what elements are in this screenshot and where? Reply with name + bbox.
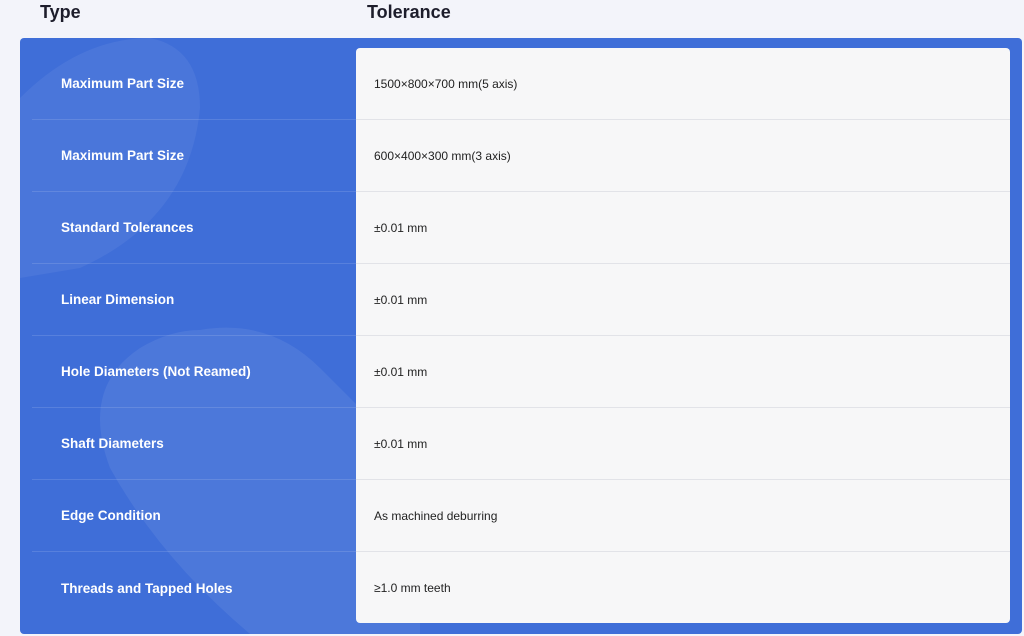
tolerance-cell: ±0.01 mm: [356, 264, 1010, 336]
tolerance-cell: As machined deburring: [356, 480, 1010, 552]
tolerance-cell: ≥1.0 mm teeth: [374, 581, 451, 595]
type-cell: Maximum Part Size: [32, 48, 356, 120]
type-cell: Hole Diameters (Not Reamed): [32, 336, 356, 408]
tolerance-column: 1500×800×700 mm(5 axis) 600×400×300 mm(3…: [356, 48, 1010, 623]
tolerance-cell: 600×400×300 mm(3 axis): [356, 120, 1010, 192]
spec-table-panel: Maximum Part Size Maximum Part Size Stan…: [20, 38, 1022, 634]
type-column: Maximum Part Size Maximum Part Size Stan…: [32, 48, 356, 624]
tolerance-cell: ±0.01 mm: [356, 336, 1010, 408]
type-cell: Linear Dimension: [32, 264, 356, 336]
type-cell: Edge Condition: [32, 480, 356, 552]
type-cell: Maximum Part Size: [32, 120, 356, 192]
column-header-tolerance: Tolerance: [367, 2, 451, 22]
type-cell: Threads and Tapped Holes: [61, 580, 233, 596]
column-header-type: Type: [40, 2, 81, 22]
type-cell: Standard Tolerances: [32, 192, 356, 264]
type-cell: Shaft Diameters: [32, 408, 356, 480]
tolerance-cell: ±0.01 mm: [356, 192, 1010, 264]
table-header: Type Tolerance: [0, 0, 1024, 38]
tolerance-cell: ±0.01 mm: [356, 408, 1010, 480]
tolerance-cell: 1500×800×700 mm(5 axis): [356, 48, 1010, 120]
